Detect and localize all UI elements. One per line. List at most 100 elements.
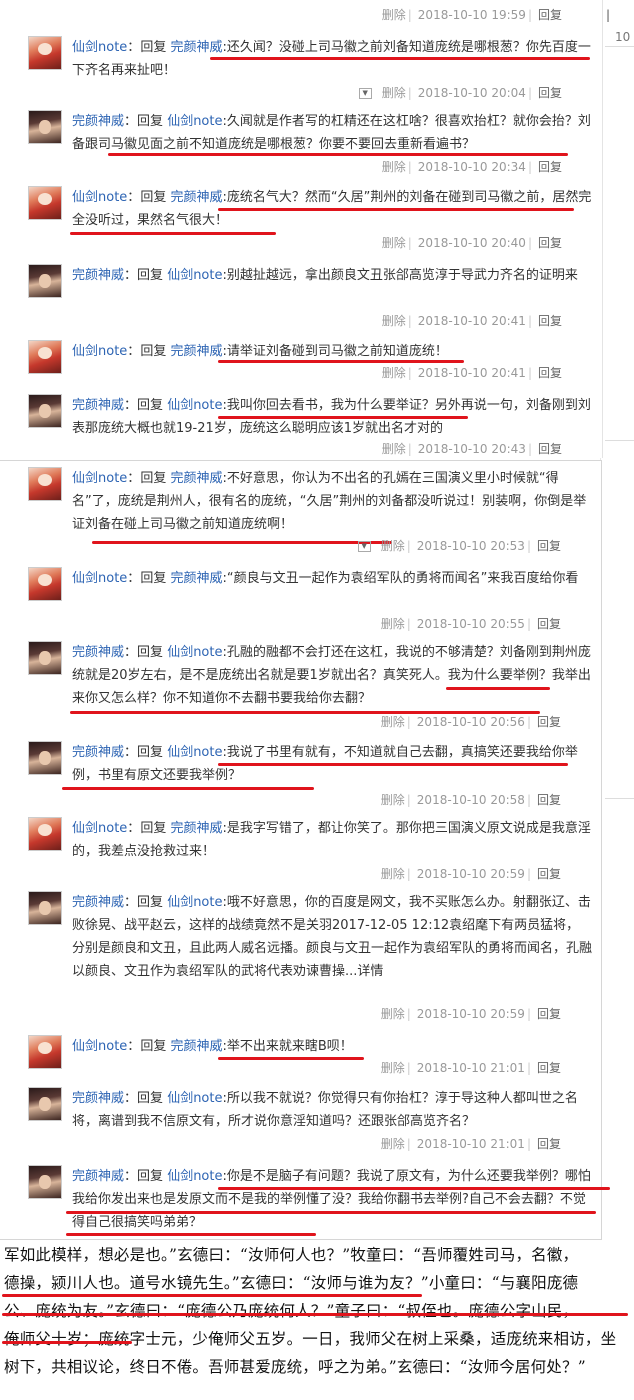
delete-link[interactable]: 删除	[382, 442, 406, 456]
avatar[interactable]	[28, 264, 62, 298]
author-link[interactable]: 完颜神威	[72, 1169, 124, 1184]
avatar[interactable]	[28, 467, 62, 501]
avatar[interactable]	[28, 340, 62, 374]
comment-text: 完颜神威：回复 仙剑note:别越扯越远，拿出颜良文丑张郃高览淳于导武力齐名的证…	[72, 268, 578, 283]
reply-target-link[interactable]: 完颜神威	[170, 40, 222, 55]
author-link[interactable]: 完颜神威	[72, 645, 124, 660]
avatar[interactable]	[28, 1087, 62, 1121]
comment-footer: 删除 | 2018-10-10 20:58 | 回复	[380, 793, 561, 807]
author-link[interactable]: 完颜神威	[72, 398, 124, 413]
avatar[interactable]	[28, 1035, 62, 1069]
reply-target-link[interactable]: 仙剑note	[167, 1169, 222, 1184]
delete-link[interactable]: 删除	[382, 86, 406, 100]
reply-link[interactable]: 回复	[537, 867, 561, 881]
chevron-down-icon[interactable]: ▼	[358, 88, 372, 99]
delete-link[interactable]: 删除	[381, 539, 405, 553]
delete-link[interactable]: 删除	[381, 867, 405, 881]
reply-link[interactable]: 回复	[537, 1007, 561, 1021]
reply-link[interactable]: 回复	[538, 442, 562, 456]
comment-footer: 删除 | 2018-10-10 20:41 | 回复	[381, 366, 562, 380]
red-underline-annotation	[66, 1233, 316, 1236]
author-link[interactable]: 仙剑note	[72, 1039, 127, 1054]
delete-link[interactable]: 删除	[381, 617, 405, 631]
author-link[interactable]: 仙剑note	[72, 571, 127, 586]
author-link[interactable]: 完颜神威	[72, 745, 124, 760]
author-link[interactable]: 完颜神威	[72, 1091, 124, 1106]
reply-target-link[interactable]: 仙剑note	[167, 1091, 222, 1106]
avatar[interactable]	[28, 186, 62, 220]
reply-link[interactable]: 回复	[537, 1137, 561, 1151]
author-link[interactable]: 仙剑note	[72, 821, 127, 836]
author-link[interactable]: 仙剑note	[72, 40, 127, 55]
delete-link[interactable]: 删除	[382, 236, 406, 250]
avatar[interactable]	[28, 641, 62, 675]
comment-time: 2018-10-10 20:53	[416, 539, 525, 553]
avatar[interactable]	[28, 1165, 62, 1199]
red-underline-annotation	[62, 787, 314, 790]
reply-target-link[interactable]: 完颜神威	[170, 344, 222, 359]
reply-target-link[interactable]: 完颜神威	[170, 190, 222, 205]
reply-link[interactable]: 回复	[538, 366, 562, 380]
author-link[interactable]: 完颜神威	[72, 895, 124, 910]
delete-link[interactable]: 删除	[381, 1061, 405, 1075]
reply-link[interactable]: 回复	[537, 1061, 561, 1075]
delete-link[interactable]: 删除	[382, 160, 406, 174]
delete-link[interactable]: 删除	[381, 715, 405, 729]
reply-link[interactable]: 回复	[537, 539, 561, 553]
reply-link[interactable]: 回复	[538, 314, 562, 328]
delete-link[interactable]: 删除	[382, 314, 406, 328]
comment-time: 2018-10-10 20:58	[416, 793, 525, 807]
avatar[interactable]	[28, 394, 62, 428]
book-line: 树下，共相议论，终日不倦。吾师甚爱庞统，呼之为弟。”玄德曰：“汝师今居何处？”	[4, 1358, 586, 1376]
reply-target-link[interactable]: 仙剑note	[167, 398, 222, 413]
avatar[interactable]	[28, 891, 62, 925]
book-line: 公、庞统为友。”玄德曰：“庞德公乃庞统何人？”童子曰：“叔侄也。庞德公字山民，	[4, 1302, 579, 1320]
reply-link[interactable]: 回复	[538, 160, 562, 174]
reply-target-link[interactable]: 仙剑note	[167, 745, 222, 760]
reply-target-link[interactable]: 完颜神威	[170, 471, 222, 486]
comment-time: 2018-10-10 20:41	[417, 314, 526, 328]
book-excerpt: 军如此模样，想必是也。”玄德曰：“汝师何人也？”牧童曰：“吾师覆姓司马，名徽， …	[0, 1240, 634, 1400]
red-underline-annotation	[446, 687, 550, 690]
reply-link[interactable]: 回复	[537, 715, 561, 729]
delete-link[interactable]: 删除	[381, 1007, 405, 1021]
reply-target-link[interactable]: 仙剑note	[167, 268, 222, 283]
reply-link[interactable]: 回复	[538, 8, 562, 22]
author-link[interactable]: 仙剑note	[72, 471, 127, 486]
comment-text: 完颜神威：回复 仙剑note:哦不好意思，你的百度是网文，我不买账怎么办。射翻张…	[72, 895, 593, 979]
reply-target-link[interactable]: 仙剑note	[167, 645, 222, 660]
chevron-down-icon[interactable]: ▼	[357, 541, 371, 552]
author-link[interactable]: 完颜神威	[72, 268, 124, 283]
avatar[interactable]	[28, 36, 62, 70]
red-underline-annotation	[210, 57, 590, 60]
reply-target-link[interactable]: 完颜神威	[170, 1039, 222, 1054]
comment-footer: 删除 | 2018-10-10 20:43 | 回复	[381, 442, 562, 456]
delete-link[interactable]: 删除	[381, 1137, 405, 1151]
page-edge-mark: |	[606, 8, 611, 22]
avatar[interactable]	[28, 110, 62, 144]
reply-link[interactable]: 回复	[537, 617, 561, 631]
reply-target-link[interactable]: 仙剑note	[167, 895, 222, 910]
author-link[interactable]: 仙剑note	[72, 190, 127, 205]
delete-link[interactable]: 删除	[381, 793, 405, 807]
comment-text: 仙剑note：回复 完颜神威:不好意思，你认为不出名的孔嫣在三国演义里小时候就“…	[72, 471, 587, 532]
author-link[interactable]: 完颜神威	[72, 114, 124, 129]
avatar[interactable]	[28, 817, 62, 851]
reply-target-link[interactable]: 仙剑note	[167, 114, 222, 129]
comment-text: 完颜神威：回复 仙剑note:你是不是脑子有问题？我说了原文有，为什么还要我举例…	[72, 1169, 591, 1230]
avatar[interactable]	[28, 567, 62, 601]
reply-link[interactable]: 回复	[537, 793, 561, 807]
comment-time: 2018-10-10 20:34	[417, 160, 526, 174]
reply-target-link[interactable]: 完颜神威	[170, 571, 222, 586]
reply-link[interactable]: 回复	[538, 236, 562, 250]
author-link[interactable]: 仙剑note	[72, 344, 127, 359]
comment-text: 完颜神威：回复 仙剑note:孔融的融都不会打还在这杠，我说的不够清楚？刘备刚到…	[72, 645, 591, 706]
delete-link[interactable]: 删除	[382, 8, 406, 22]
reply-link[interactable]: 回复	[538, 86, 562, 100]
delete-link[interactable]: 删除	[382, 366, 406, 380]
avatar[interactable]	[28, 741, 62, 775]
reply-target-link[interactable]: 完颜神威	[170, 821, 222, 836]
comment-text: 仙剑note：回复 完颜神威:是我字写错了，都让你笑了。那你把三国演义原文说成是…	[72, 821, 591, 859]
comment-time: 2018-10-10 20:59	[416, 1007, 525, 1021]
comment-footer: 删除 | 2018-10-10 20:56 | 回复	[380, 715, 561, 729]
